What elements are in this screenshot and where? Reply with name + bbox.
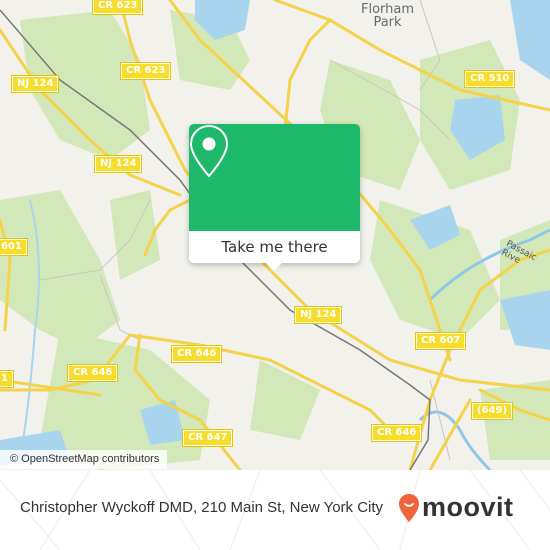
moovit-pin-icon [399,493,419,522]
road-shield-cr623-top: CR 623 [91,0,144,15]
map[interactable]: Florham Park CR 623 CR 623 CR 510 NJ 124… [0,0,550,470]
road-shield-cr646-b: CR 646 [170,345,223,363]
road-shield-nj124-a: NJ 124 [10,75,60,93]
road-shield-nj124-b: NJ 124 [93,155,143,173]
moovit-wordmark: moovit [422,492,514,522]
place-label-florham-park: Florham Park [361,2,415,30]
road-shield-cr607: CR 607 [414,332,467,350]
moovit-logo[interactable]: moovit [398,492,514,523]
road-shield-cr646-c: CR 646 [370,424,423,442]
map-attribution[interactable]: © OpenStreetMap contributors [0,450,168,469]
popup-pointer [266,263,282,271]
road-shield-cr510: CR 510 [463,70,516,88]
take-me-there-button[interactable]: Take me there [189,231,360,263]
road-shield-cr647: CR 647 [181,429,234,447]
map-pin-icon [189,124,229,178]
road-shield-cr646-a: CR 646 [66,364,119,382]
location-title: Christopher Wyckoff DMD, 210 Main St, Ne… [20,499,384,516]
road-shield-nj124-c: NJ 124 [293,306,343,324]
popup-header [189,124,360,231]
road-shield-cr601: 601 [0,238,28,256]
footer: Christopher Wyckoff DMD, 210 Main St, Ne… [0,470,550,550]
road-shield-cr623: CR 623 [119,62,172,80]
destination-popup: Take me there [189,124,360,271]
road-shield-649: (649) [470,402,514,420]
road-shield-left-edge: 1 [0,370,14,388]
